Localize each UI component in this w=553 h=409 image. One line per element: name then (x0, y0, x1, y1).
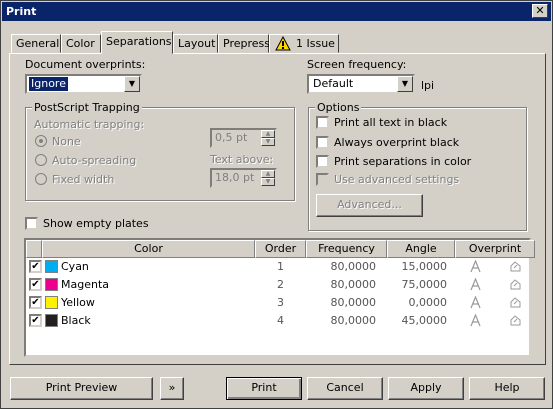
title-bar: Print ✕ (2, 2, 551, 21)
angle-value: 45,0000 (401, 314, 448, 327)
row-checkbox[interactable]: ✔ (29, 296, 42, 309)
screen-frequency-label: Screen frequency: (307, 58, 407, 71)
table-row[interactable]: ✔ Yellow 3 80,0000 0,0000 (26, 294, 529, 312)
header-check[interactable] (26, 240, 42, 258)
tab-general[interactable]: General (11, 34, 61, 53)
advanced-settings-label: Use advanced settings (334, 173, 460, 186)
lpi-unit: lpi (421, 79, 435, 92)
always-overprint-label: Always overprint black (334, 136, 460, 149)
tab-color[interactable]: Color (61, 34, 101, 53)
color-name: Magenta (61, 278, 110, 291)
table-row[interactable]: ✔ Cyan 1 80,0000 15,0000 (26, 258, 529, 276)
frequency-value: 80,0000 (330, 260, 377, 273)
window-title: Print (6, 5, 37, 18)
angle-value: 15,0000 (401, 260, 448, 273)
angle-value: 75,0000 (401, 278, 448, 291)
tab-layout[interactable]: Layout (173, 34, 218, 53)
apply-button[interactable]: Apply (388, 377, 464, 400)
header-order[interactable]: Order (255, 240, 306, 258)
frequency-value: 80,0000 (330, 314, 377, 327)
spin-up-icon[interactable]: ▲ (261, 130, 275, 138)
text-above-value: 18,0 pt (215, 171, 255, 184)
text-above-label: Text above: (210, 153, 274, 166)
color-swatch (45, 260, 58, 273)
spin-down-icon[interactable]: ▼ (261, 138, 275, 146)
print-color-label: Print separations in color (334, 155, 472, 168)
warning-icon (275, 36, 291, 51)
document-overprints-value: Ignore (29, 77, 68, 91)
show-empty-plates-label: Show empty plates (43, 217, 149, 230)
print-preview-button[interactable]: Print Preview (10, 377, 153, 400)
row-checkbox[interactable]: ✔ (29, 260, 42, 273)
print-dialog: Print ✕ General Color Separations Layout… (0, 0, 553, 409)
table-row[interactable]: ✔ Magenta 2 80,0000 75,0000 (26, 276, 529, 294)
angle-value: 0,0000 (408, 296, 448, 309)
spin-down-icon[interactable]: ▼ (261, 178, 275, 186)
trap-width-value: 0,5 pt (215, 131, 248, 144)
close-icon[interactable]: ✕ (532, 4, 548, 18)
color-name: Yellow (61, 296, 95, 309)
text-above-spinner[interactable]: 18,0 pt ▲ ▼ (210, 168, 277, 188)
radio-auto-spreading[interactable] (35, 154, 47, 166)
cancel-button[interactable]: Cancel (307, 377, 383, 400)
print-color-checkbox[interactable] (316, 155, 329, 168)
overprint-graphics-icon[interactable] (509, 314, 522, 327)
tab-separations[interactable]: Separations (101, 31, 173, 54)
color-swatch (45, 278, 58, 291)
chevron-down-icon[interactable]: ▼ (124, 76, 140, 92)
document-overprints-label: Document overprints: (25, 58, 146, 71)
screen-frequency-select[interactable]: Default ▼ (307, 74, 415, 94)
help-button[interactable]: Help (469, 377, 545, 400)
radio-none[interactable] (35, 135, 47, 147)
table-row[interactable]: ✔ Black 4 80,0000 45,0000 (26, 312, 529, 330)
frequency-value: 80,0000 (330, 296, 377, 309)
order-value: 1 (277, 260, 284, 273)
color-name: Cyan (61, 260, 89, 273)
expand-preview-button[interactable]: » (160, 377, 184, 400)
header-frequency[interactable]: Frequency (306, 240, 387, 258)
overprint-graphics-icon[interactable] (509, 278, 522, 291)
header-color[interactable]: Color (42, 240, 255, 258)
always-overprint-checkbox[interactable] (316, 136, 329, 149)
order-value: 2 (277, 278, 284, 291)
postscript-trapping-title: PostScript Trapping (32, 101, 142, 114)
radio-auto-spreading-label: Auto-spreading (52, 154, 137, 167)
overprint-text-icon[interactable] (469, 260, 482, 273)
advanced-settings-checkbox[interactable] (316, 173, 329, 186)
advanced-button[interactable]: Advanced... (316, 194, 423, 217)
spin-up-icon[interactable]: ▲ (261, 170, 275, 178)
header-angle[interactable]: Angle (387, 240, 455, 258)
trap-width-spinner[interactable]: 0,5 pt ▲ ▼ (210, 128, 277, 148)
chevron-down-icon[interactable]: ▼ (397, 76, 413, 92)
order-value: 4 (277, 314, 284, 327)
overprint-text-icon[interactable] (469, 314, 482, 327)
separations-list: Color Order Frequency Angle Overprint ✔ … (24, 238, 535, 357)
document-overprints-select[interactable]: Ignore ▼ (25, 74, 142, 94)
screen-frequency-value: Default (313, 77, 354, 90)
radio-fixed-width-label: Fixed width (52, 173, 115, 186)
radio-fixed-width[interactable] (35, 173, 47, 185)
print-button[interactable]: Print (226, 377, 302, 400)
order-value: 3 (277, 296, 284, 309)
overprint-graphics-icon[interactable] (509, 260, 522, 273)
frequency-value: 80,0000 (330, 278, 377, 291)
tab-issues[interactable]: 1 Issue (269, 34, 339, 53)
tab-issues-label: 1 Issue (296, 37, 335, 50)
row-checkbox[interactable]: ✔ (29, 278, 42, 291)
color-swatch (45, 296, 58, 309)
color-name: Black (61, 314, 91, 327)
overprint-text-icon[interactable] (469, 296, 482, 309)
tab-prepress[interactable]: Prepress (218, 34, 270, 53)
options-title: Options (315, 101, 362, 114)
print-black-label: Print all text in black (334, 116, 448, 129)
header-overprint[interactable]: Overprint (455, 240, 535, 258)
print-black-checkbox[interactable] (316, 116, 329, 129)
show-empty-plates-checkbox[interactable] (25, 217, 38, 230)
overprint-graphics-icon[interactable] (509, 296, 522, 309)
overprint-text-icon[interactable] (469, 278, 482, 291)
automatic-trapping-label: Automatic trapping: (34, 118, 145, 131)
color-swatch (45, 314, 58, 327)
radio-none-label: None (52, 135, 81, 148)
row-checkbox[interactable]: ✔ (29, 314, 42, 327)
